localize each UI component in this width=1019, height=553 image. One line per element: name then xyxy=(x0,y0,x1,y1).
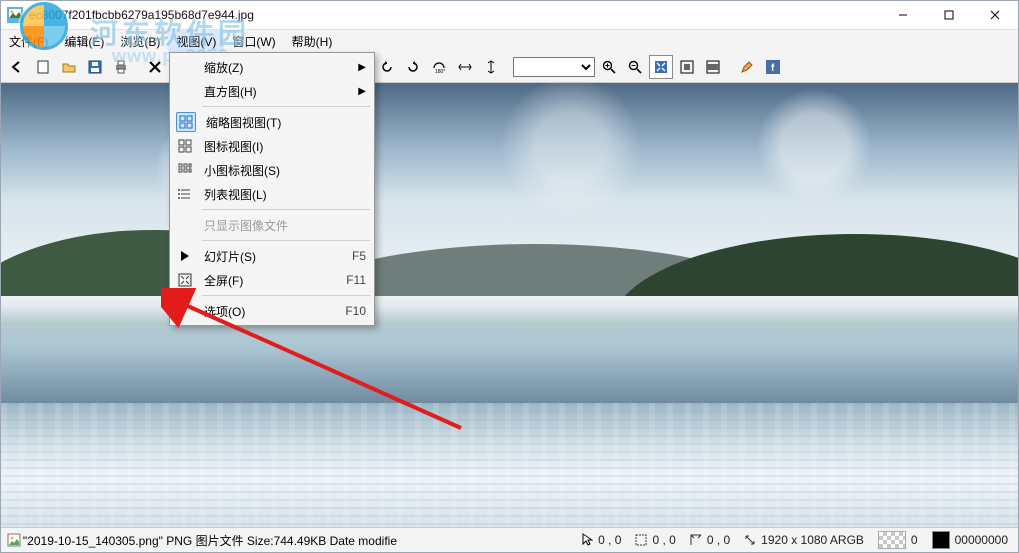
menu-help[interactable]: 帮助(H) xyxy=(284,30,341,52)
app-window: ec8007f201fbcbb6279a195b68d7e944.jpg 文件(… xyxy=(0,0,1019,553)
menu-file[interactable]: 文件(F) xyxy=(1,30,56,52)
menu-view[interactable]: 视图(V) xyxy=(168,30,224,52)
zoom-out-button[interactable] xyxy=(623,55,647,79)
play-icon xyxy=(176,247,194,265)
app-icon xyxy=(7,7,23,23)
large-icons-icon xyxy=(176,137,194,155)
chevron-right-icon: ▶ xyxy=(358,62,366,73)
delete-button[interactable] xyxy=(143,55,167,79)
chevron-right-icon: ▶ xyxy=(358,86,366,97)
image-viewport[interactable] xyxy=(1,83,1018,527)
flip-horizontal-button[interactable] xyxy=(453,55,477,79)
selection-origin-icon xyxy=(635,534,647,546)
minimize-button[interactable] xyxy=(880,1,926,29)
image-file-icon xyxy=(7,533,21,547)
menu-fullscreen[interactable]: 全屏(F) F11 xyxy=(172,268,372,292)
status-selection-size: 0 , 0 xyxy=(690,533,730,547)
dimensions-icon xyxy=(744,534,756,546)
menu-window[interactable]: 窗口(W) xyxy=(224,30,283,52)
status-file-info: "2019-10-15_140305.png" PNG 图片文件 Size:74… xyxy=(1,532,403,549)
cursor-icon xyxy=(582,533,593,547)
status-color: 00000000 xyxy=(932,531,1008,549)
status-dimensions: 1920 x 1080 ARGB xyxy=(744,533,864,547)
fit-width-button[interactable] xyxy=(701,55,725,79)
view-dropdown: 缩放(Z)▶ 直方图(H)▶ 缩略图视图(T) 图标视图(I) 小图标视图(S) xyxy=(169,52,375,326)
svg-text:180°: 180° xyxy=(435,69,445,74)
fullscreen-icon xyxy=(176,271,194,289)
list-icon xyxy=(176,185,194,203)
menubar: 文件(F) 编辑(E) 浏览(B) 视图(V) 窗口(W) 帮助(H) 缩放(Z… xyxy=(1,30,1018,52)
fit-window-button[interactable] xyxy=(649,55,673,79)
menu-thumbnail-view[interactable]: 缩略图视图(T) xyxy=(172,110,372,134)
selection-size-icon xyxy=(690,534,702,546)
open-button[interactable] xyxy=(57,55,81,79)
menu-slideshow[interactable]: 幻灯片(S) F5 xyxy=(172,244,372,268)
status-selection-pos: 0 , 0 xyxy=(635,533,675,547)
shortcut-label: F11 xyxy=(346,273,366,287)
window-title: ec8007f201fbcbb6279a195b68d7e944.jpg xyxy=(29,8,254,22)
menu-small-icon-view[interactable]: 小图标视图(S) xyxy=(172,158,372,182)
new-button[interactable] xyxy=(31,55,55,79)
menu-icon-view[interactable]: 图标视图(I) xyxy=(172,134,372,158)
toolbar: 180° f xyxy=(1,52,1018,83)
back-button[interactable] xyxy=(5,55,29,79)
print-button[interactable] xyxy=(109,55,133,79)
menu-zoom[interactable]: 缩放(Z)▶ xyxy=(172,55,372,79)
zoom-in-button[interactable] xyxy=(597,55,621,79)
menu-edit[interactable]: 编辑(E) xyxy=(56,30,112,52)
rotate-left-button[interactable] xyxy=(375,55,399,79)
displayed-image xyxy=(1,83,1018,527)
menu-histogram[interactable]: 直方图(H)▶ xyxy=(172,79,372,103)
rotate-right-button[interactable] xyxy=(401,55,425,79)
statusbar: "2019-10-15_140305.png" PNG 图片文件 Size:74… xyxy=(1,527,1018,552)
menu-options[interactable]: 选项(O) F10 xyxy=(172,299,372,323)
titlebar: ec8007f201fbcbb6279a195b68d7e944.jpg xyxy=(1,1,1018,30)
close-button[interactable] xyxy=(972,1,1018,29)
menu-browse[interactable]: 浏览(B) xyxy=(112,30,168,52)
status-alpha: 0 xyxy=(878,531,918,549)
edit-button[interactable] xyxy=(735,55,759,79)
alpha-swatch-icon xyxy=(878,531,906,549)
menu-list-view[interactable]: 列表视图(L) xyxy=(172,182,372,206)
color-swatch-icon xyxy=(932,531,950,549)
rotate-180-button[interactable]: 180° xyxy=(427,55,451,79)
actual-size-button[interactable] xyxy=(675,55,699,79)
save-button[interactable] xyxy=(83,55,107,79)
menu-only-images: 只显示图像文件 xyxy=(172,213,372,237)
shortcut-label: F10 xyxy=(345,304,366,318)
maximize-button[interactable] xyxy=(926,1,972,29)
status-cursor-pos: 0 , 0 xyxy=(582,533,621,547)
flip-vertical-button[interactable] xyxy=(479,55,503,79)
share-facebook-button[interactable]: f xyxy=(761,55,785,79)
thumbnail-icon xyxy=(176,112,196,132)
small-icons-icon xyxy=(176,161,194,179)
zoom-select[interactable] xyxy=(513,57,595,77)
shortcut-label: F5 xyxy=(352,249,366,263)
